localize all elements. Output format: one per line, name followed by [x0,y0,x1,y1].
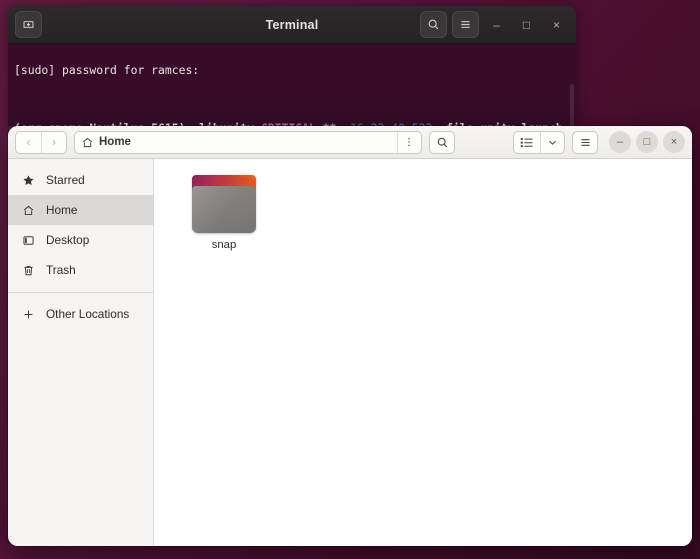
sidebar-item-label: Home [46,203,78,217]
kebab-menu-icon[interactable] [397,131,419,153]
breadcrumb[interactable]: Home [81,136,131,149]
terminal-window: Terminal – □ × [sudo] password for ramce… [8,6,576,126]
files-body: Starred Home Desktop Trash Other Locatio… [8,159,692,546]
folder-icon [192,175,256,233]
path-bar[interactable]: Home [74,130,422,154]
sidebar-item-other-locations[interactable]: Other Locations [8,299,153,329]
search-icon[interactable] [429,130,455,154]
navigation-buttons: ‹ › [15,130,67,154]
terminal-close-button[interactable]: × [544,12,569,37]
sidebar-item-starred[interactable]: Starred [8,165,153,195]
files-window-controls: – □ × [609,131,685,153]
back-button[interactable]: ‹ [16,132,41,153]
chevron-down-icon[interactable] [540,131,564,153]
home-icon [81,136,94,149]
breadcrumb-label: Home [99,136,131,148]
sidebar-divider [8,292,153,293]
plus-icon [21,308,36,321]
files-content-area[interactable]: snap [154,159,692,546]
sidebar-item-desktop[interactable]: Desktop [8,225,153,255]
sidebar-item-label: Other Locations [46,307,130,321]
hamburger-menu-icon[interactable] [572,130,598,154]
terminal-minimize-button[interactable]: – [484,12,509,37]
forward-button[interactable]: › [41,131,66,153]
terminal-line: [sudo] password for ramces: [14,63,200,78]
files-close-button[interactable]: × [663,131,685,153]
add-tab-icon[interactable] [15,11,42,38]
star-icon [21,174,36,187]
terminal-titlebar-buttons: – □ × [420,11,569,38]
sidebar-item-label: Starred [46,173,85,187]
terminal-scrollbar[interactable] [570,84,574,126]
trash-icon [21,264,36,277]
terminal-titlebar: Terminal – □ × [8,6,576,44]
list-view-icon[interactable] [514,132,540,153]
view-mode-group [513,130,565,154]
files-sidebar: Starred Home Desktop Trash Other Locatio… [8,159,154,546]
files-window: ‹ › Home – □ × Starred Home Desktop Tras… [8,126,692,546]
sidebar-item-trash[interactable]: Trash [8,255,153,285]
search-icon[interactable] [420,11,447,38]
file-item-label: snap [211,239,237,251]
terminal-maximize-button[interactable]: □ [514,12,539,37]
sidebar-item-label: Desktop [46,233,90,247]
file-item-snap[interactable]: snap [178,175,270,251]
home-icon [21,204,36,217]
desktop-icon [21,234,36,247]
files-headerbar: ‹ › Home – □ × [8,126,692,159]
hamburger-menu-icon[interactable] [452,11,479,38]
sidebar-item-home[interactable]: Home [8,195,153,225]
files-maximize-button[interactable]: □ [636,131,658,153]
sidebar-item-label: Trash [46,263,76,277]
files-minimize-button[interactable]: – [609,131,631,153]
terminal-output[interactable]: [sudo] password for ramces: (org.gnome.N… [8,44,576,126]
